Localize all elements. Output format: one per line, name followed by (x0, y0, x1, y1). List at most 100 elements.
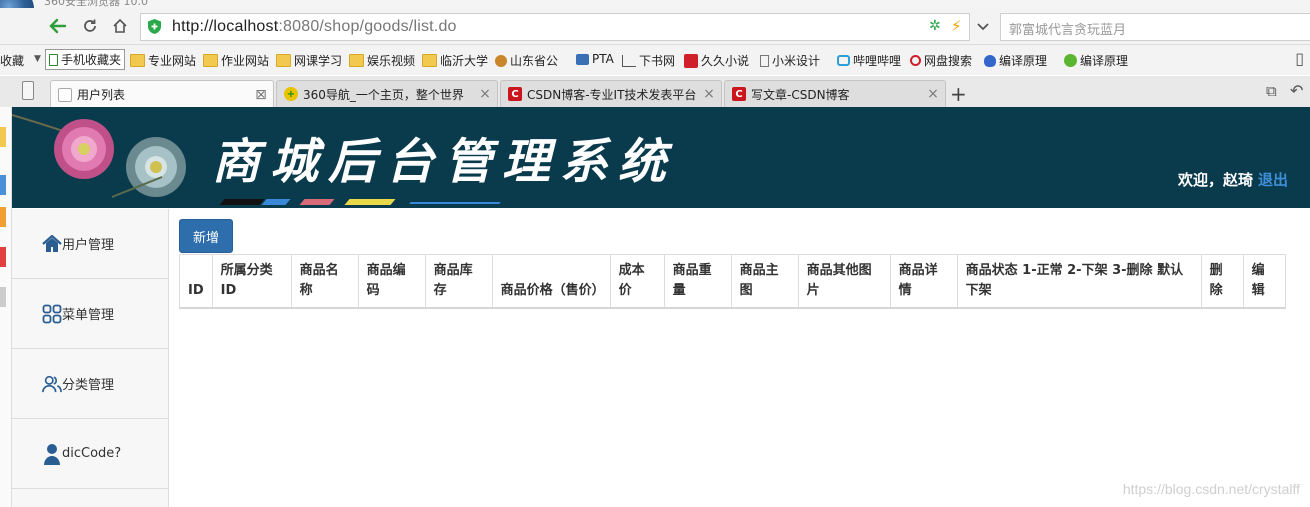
url-host: http://localhost (172, 18, 279, 35)
sidebar-item-menus[interactable]: 菜单管理 (12, 279, 168, 349)
tab-360-nav[interactable]: + 360导航_一个主页，整个世界 × (276, 80, 498, 107)
csdn-icon: C (508, 87, 522, 101)
doc-icon (760, 54, 769, 67)
sidebar-item-users[interactable]: 用户管理 (12, 209, 168, 279)
chevron-down-icon[interactable]: ▼ (34, 54, 41, 64)
url-text[interactable]: http://localhost:8080/shop/goods/list.do (172, 18, 457, 36)
page-header-banner: 商城后台管理系统 欢迎，赵琦 退出 (12, 107, 1310, 208)
bookmark-item[interactable]: 哔哩哔哩 (837, 52, 901, 69)
logout-link[interactable]: 退出 (1258, 169, 1288, 190)
99-icon (684, 53, 698, 68)
restore-tabs-icon[interactable]: ⧉ (1266, 82, 1277, 100)
bookmark-item[interactable]: 网盘搜索 (910, 52, 972, 69)
undo-icon[interactable]: ↶ (1290, 81, 1303, 100)
decorative-stripe (344, 199, 396, 205)
home-icon[interactable] (108, 14, 132, 38)
speedup-icon[interactable]: ✲ (929, 18, 941, 34)
sidebar-item-diccode[interactable]: dicCode? (12, 419, 168, 489)
new-tab-icon[interactable]: + (950, 82, 967, 106)
back-arrow-icon[interactable] (46, 14, 70, 38)
pta-icon (576, 53, 589, 65)
bookmark-item[interactable]: 久久小说 (684, 52, 749, 69)
close-icon[interactable]: × (701, 86, 717, 102)
address-bar[interactable]: http://localhost:8080/shop/goods/list.do… (140, 13, 970, 41)
sidebar-item-categories[interactable]: 分类管理 (12, 349, 168, 419)
column-header-code: 商品编码 (357, 254, 426, 309)
bookmark-folder[interactable]: 网课学习 (276, 52, 342, 69)
bookmarks-bar: 收藏 ▼ 手机收藏夹 专业网站 作业网站 网课学习 娱乐视频 临沂大学 山东省公… (0, 45, 1310, 75)
column-header-main-image: 商品主图 (730, 254, 799, 309)
bookmark-folder[interactable]: 娱乐视频 (349, 52, 415, 69)
bookmark-label: 山东省公 (510, 54, 559, 68)
bookmark-favorites[interactable]: 收藏 (0, 52, 24, 69)
bookmarks-overflow-icon[interactable]: ▯ (1295, 49, 1304, 68)
bookmark-item[interactable]: 编译原理 (984, 52, 1047, 69)
side-panel-icon[interactable] (0, 207, 6, 227)
bookmark-folder[interactable]: 专业网站 (130, 52, 196, 69)
close-icon[interactable]: ⊠ (253, 87, 269, 103)
column-header-name: 商品名称 (290, 254, 359, 309)
bookmark-mobile[interactable]: 手机收藏夹 (45, 49, 126, 70)
csdn-icon: C (732, 87, 746, 101)
search-box[interactable]: 郭富城代言贪玩蓝月 (1000, 13, 1310, 41)
folder-icon (276, 54, 291, 67)
goods-table: ID 所属分类ID 商品名称 商品编码 商品库存 商品价格（售价） 成本价 商品… (179, 254, 1286, 309)
close-icon[interactable]: × (477, 86, 493, 102)
bookmark-folder[interactable]: 临沂大学 (422, 52, 488, 69)
tab-user-list[interactable]: 用户列表 ⊠ (50, 80, 274, 108)
tab-title: 360导航_一个主页，整个世界 (303, 87, 464, 102)
tab-csdn[interactable]: C CSDN博客-专业IT技术发表平台 × (500, 80, 722, 107)
bookmark-label: 收藏 (0, 54, 25, 68)
side-panel-icon[interactable] (0, 127, 6, 147)
folder-icon (422, 54, 437, 67)
column-header-price: 商品价格（售价） (491, 254, 611, 309)
bookmark-label: PTA (592, 52, 614, 66)
tab-title: 用户列表 (77, 88, 126, 102)
folder-icon (130, 54, 145, 67)
bookmark-folder[interactable]: 作业网站 (203, 52, 269, 69)
welcome-text: 欢迎，赵琦 (1178, 171, 1254, 189)
bookmark-item[interactable]: PTA (576, 52, 614, 66)
bookmark-label: 网盘搜索 (924, 54, 973, 68)
tab-title: 写文章-CSDN博客 (751, 87, 850, 102)
bookmark-label: 编译原理 (999, 54, 1048, 68)
side-panel-icon[interactable] (0, 175, 6, 195)
bookmark-item[interactable]: 下书网 (622, 52, 675, 69)
side-panel-icon[interactable] (0, 247, 6, 267)
side-panel-icon[interactable] (0, 287, 6, 307)
bookmark-item[interactable]: 山东省公 (495, 52, 558, 69)
side-panel-strip (0, 107, 12, 507)
column-header-other-images: 商品其他图片 (797, 254, 891, 309)
tab-title: CSDN博客-专业IT技术发表平台 (527, 87, 697, 102)
sidebar-item-label: 分类管理 (62, 378, 115, 393)
360-icon: + (284, 87, 298, 101)
column-header-cost: 成本价 (609, 254, 665, 309)
seal-icon (495, 54, 507, 67)
document-icon (58, 87, 72, 102)
phone-icon[interactable] (22, 81, 34, 100)
flower-decoration (12, 114, 186, 198)
search-placeholder: 郭富城代言贪玩蓝月 (1009, 23, 1127, 38)
phone-icon (49, 53, 58, 66)
bookmark-label: 久久小说 (701, 54, 750, 68)
bookmark-label: 作业网站 (221, 54, 270, 68)
baidu-paw-icon (984, 54, 996, 67)
window-title-bar: 360安全浏览器 10.0 (0, 0, 1310, 8)
user-icon (42, 443, 62, 465)
search-icon (910, 55, 921, 66)
table-header-row: ID 所属分类ID 商品名称 商品编码 商品库存 商品价格（售价） 成本价 商品… (179, 254, 1286, 309)
page-title: 商城后台管理系统 (212, 134, 677, 190)
home-icon (42, 234, 62, 254)
reload-icon[interactable] (78, 14, 102, 38)
close-icon[interactable]: × (925, 86, 941, 102)
tab-csdn-write[interactable]: C 写文章-CSDN博客 × (724, 80, 946, 107)
folder-icon (203, 54, 218, 67)
add-button[interactable]: 新增 (179, 219, 233, 253)
bookmark-item[interactable]: 小米设计 (760, 52, 820, 69)
lightning-icon[interactable]: ⚡ (951, 17, 962, 35)
grid-icon (42, 304, 62, 324)
bookmark-item[interactable]: 编译原理 (1064, 52, 1128, 69)
security-shield-icon[interactable] (147, 18, 163, 35)
chevron-down-icon[interactable] (976, 21, 998, 35)
bookmark-label: 小米设计 (772, 54, 821, 68)
